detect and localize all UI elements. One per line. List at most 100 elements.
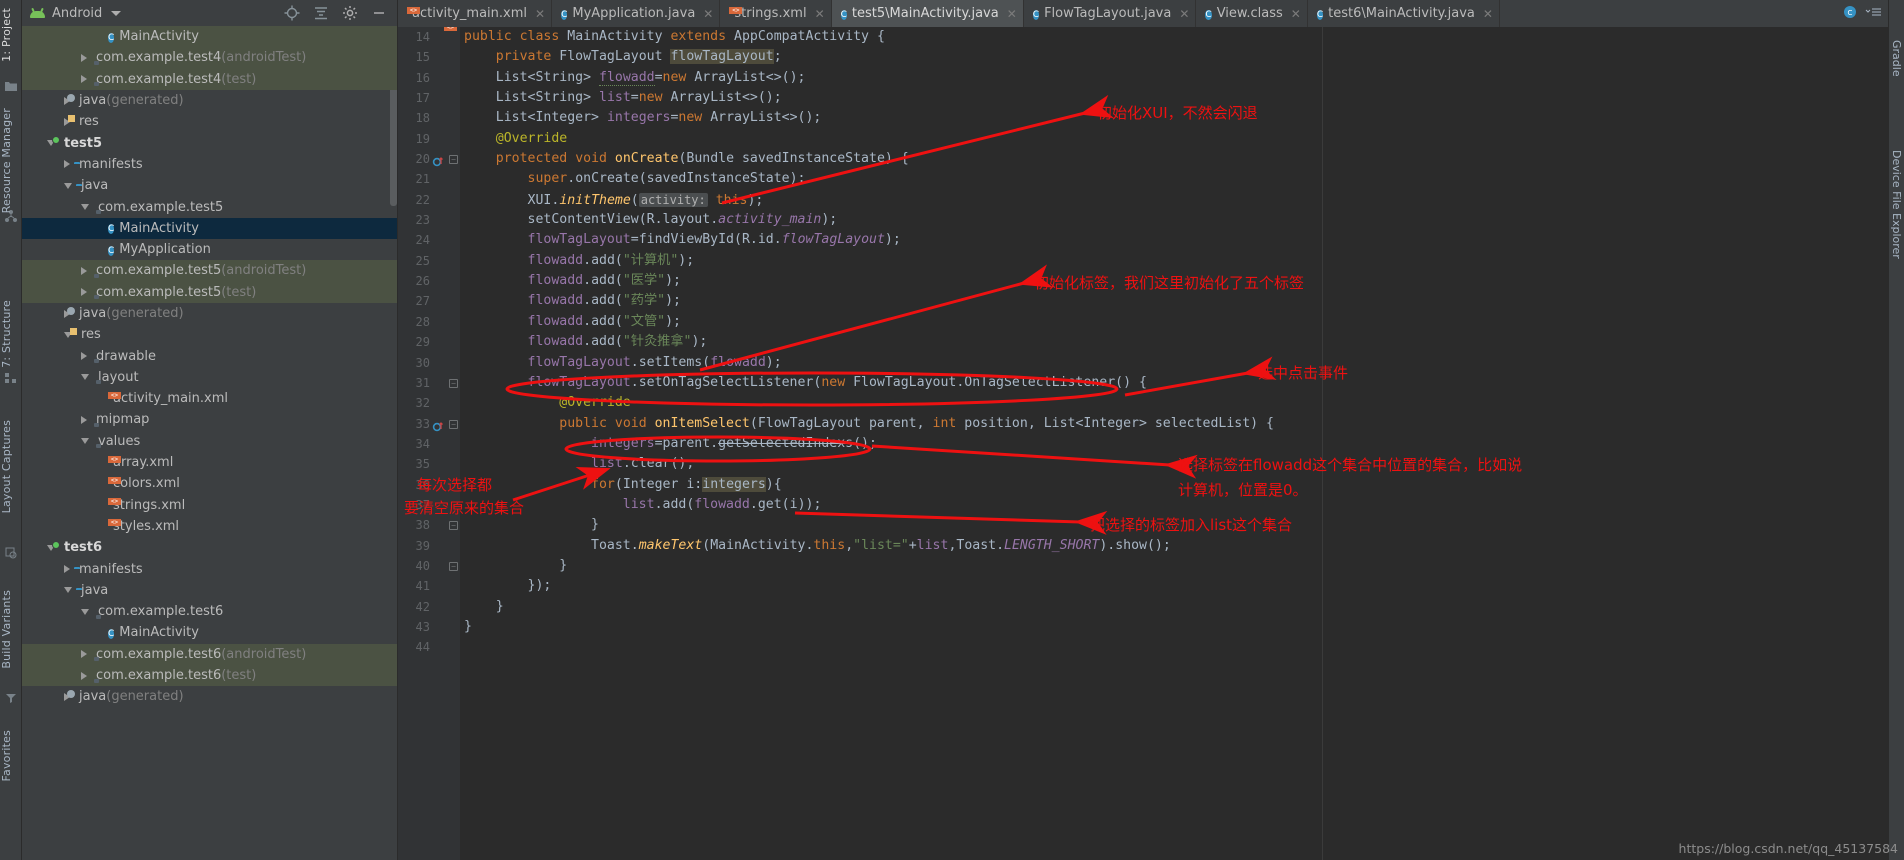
code-line-14[interactable]: public class MainActivity extends AppCom… (464, 27, 1890, 47)
tree-row-test5[interactable]: test5 (22, 132, 397, 153)
code-line-24[interactable]: flowTagLayout=findViewById(R.id.flowTagL… (464, 230, 1890, 250)
code-line-25[interactable]: flowadd.add("计算机"); (464, 251, 1890, 271)
gutter-line-33[interactable]: 33 − (398, 414, 460, 434)
override-method-icon[interactable] (432, 418, 444, 431)
gutter-line-42[interactable]: 42 (398, 597, 460, 617)
code-line-28[interactable]: flowadd.add("文管"); (464, 312, 1890, 332)
gutter-line-21[interactable]: 21 (398, 169, 460, 189)
tree-expand-arrow[interactable] (81, 288, 87, 297)
code-line-39[interactable]: Toast.makeText(MainActivity.this,"list="… (464, 536, 1890, 556)
tree-row-myapplication[interactable]: C MyApplication (22, 239, 397, 260)
gutter-line-20[interactable]: 20 − (398, 149, 460, 169)
settings-gear-icon[interactable] (342, 5, 358, 21)
tree-row-com-example-test5[interactable]: com.example.test5 (test) (22, 281, 397, 303)
collapse-all-icon[interactable] (313, 5, 329, 21)
code-line-26[interactable]: flowadd.add("医学"); (464, 271, 1890, 291)
tree-row-colors-xml[interactable]: colors.xml (22, 473, 397, 494)
tree-row-com-example-test6[interactable]: com.example.test6 (androidTest) (22, 643, 397, 665)
gutter-line-17[interactable]: 17 (398, 88, 460, 108)
tree-row-strings-xml[interactable]: strings.xml (22, 495, 397, 516)
tree-expand-arrow[interactable] (64, 565, 70, 574)
gutter-line-16[interactable]: 16 (398, 68, 460, 88)
tool-tab-project[interactable]: 1: Project (0, 8, 22, 62)
gutter-line-35[interactable]: 35 (398, 454, 460, 474)
gutter-line-24[interactable]: 24 (398, 230, 460, 250)
editor-tab-strings-xml[interactable]: strings.xml ✕ (720, 0, 832, 27)
gutter-line-19[interactable]: 19 (398, 129, 460, 149)
gutter-line-26[interactable]: 26 (398, 271, 460, 291)
tree-expand-arrow[interactable] (98, 462, 104, 463)
close-icon[interactable]: ✕ (535, 7, 545, 21)
override-method-icon[interactable] (432, 153, 444, 167)
code-line-31[interactable]: flowTagLayout.setOnTagSelectListener(new… (464, 373, 1890, 393)
tree-row-java[interactable]: java (generated) (22, 686, 397, 707)
code-line-18[interactable]: List<Integer> integers=new ArrayList<>()… (464, 108, 1890, 128)
code-line-17[interactable]: List<String> list=new ArrayList<>(); (464, 88, 1890, 108)
close-icon[interactable]: ✕ (815, 7, 825, 21)
editor-tab-flowtaglayout-java[interactable]: C FlowTagLayout.java ✕ (1024, 0, 1197, 27)
tree-expand-arrow[interactable] (81, 352, 87, 361)
tree-row-com-example-test6[interactable]: com.example.test6 (test) (22, 664, 397, 687)
close-icon[interactable]: ✕ (703, 7, 713, 21)
tree-row-mainactivity[interactable]: C MainActivity (22, 26, 397, 48)
tree-expand-arrow[interactable] (64, 160, 70, 169)
code-line-36[interactable]: for(Integer i:integers){ (464, 475, 1890, 495)
editor-gutter[interactable]: 14 15 16 17 18 19 20 − 21 22 23 24 25 26 27 28 29 30 31 − 32… (398, 27, 460, 860)
tool-tab-layout-captures[interactable]: Layout Captures (0, 420, 22, 513)
tree-row-java[interactable]: java (22, 175, 397, 196)
gutter-line-22[interactable]: 22 (398, 190, 460, 210)
tree-row-com-example-test5[interactable]: com.example.test5 (androidTest) (22, 260, 397, 282)
tree-expand-arrow[interactable] (98, 228, 104, 229)
tree-row-com-example-test4[interactable]: com.example.test4 (test) (22, 68, 397, 90)
code-line-40[interactable]: } (464, 556, 1890, 576)
editor-tab-activity-main-xml[interactable]: activity_main.xml ✕ (398, 0, 553, 27)
tree-row-java[interactable]: java (generated) (22, 90, 397, 111)
code-line-23[interactable]: setContentView(R.layout.activity_main); (464, 210, 1890, 230)
tab-list-icon[interactable] (1865, 6, 1883, 21)
code-line-15[interactable]: private FlowTagLayout flowTagLayout; (464, 47, 1890, 67)
code-line-20[interactable]: protected void onCreate(Bundle savedInst… (464, 149, 1890, 169)
tree-row-manifests[interactable]: manifests (22, 558, 397, 579)
xml-file-icon[interactable] (432, 31, 444, 43)
code-line-27[interactable]: flowadd.add("药学"); (464, 291, 1890, 311)
tree-row-mipmap[interactable]: mipmap (22, 409, 397, 430)
gutter-line-14[interactable]: 14 (398, 27, 460, 47)
code-line-42[interactable]: } (464, 597, 1890, 617)
gutter-line-36[interactable]: 36 (398, 475, 460, 495)
close-icon[interactable]: ✕ (1291, 7, 1301, 21)
gutter-line-40[interactable]: 40 − (398, 556, 460, 576)
project-tree[interactable]: C MainActivity com.example.test4 (androidT… (22, 26, 397, 860)
target-icon[interactable] (284, 5, 300, 21)
tree-expand-arrow[interactable] (98, 398, 104, 399)
tree-row-res[interactable]: res (22, 111, 397, 132)
tree-expand-arrow[interactable] (98, 632, 104, 633)
gutter-line-29[interactable]: 29 (398, 332, 460, 352)
gutter-line-32[interactable]: 32 (398, 393, 460, 413)
editor-tab-bar[interactable]: activity_main.xml ✕ C MyApplication.java ✕ st… (398, 0, 1904, 27)
tree-row-drawable[interactable]: drawable (22, 345, 397, 366)
gutter-line-15[interactable]: 15 (398, 47, 460, 67)
code-line-33[interactable]: public void onItemSelect(FlowTagLayout p… (464, 414, 1890, 434)
project-view-selector-label[interactable]: Android (52, 6, 102, 21)
tree-expand-arrow[interactable] (81, 671, 87, 680)
code-line-22[interactable]: XUI.initTheme(activity: this); (464, 190, 1890, 210)
tree-row-com-example-test4[interactable]: com.example.test4 (androidTest) (22, 47, 397, 69)
gutter-line-30[interactable]: 30 (398, 353, 460, 373)
code-line-44[interactable] (464, 637, 1890, 657)
code-line-29[interactable]: flowadd.add("针灸推拿"); (464, 332, 1890, 352)
tree-row-mainactivity[interactable]: C MainActivity (22, 217, 397, 239)
tree-row-com-example-test5[interactable]: com.example.test5 (22, 196, 397, 217)
tool-tab-favorites[interactable]: Favorites (0, 730, 22, 782)
close-icon[interactable]: ✕ (1179, 7, 1189, 21)
editor-tab-test6-mainactivity-java[interactable]: Ctest6\MainActivity.java ✕ (1308, 0, 1500, 27)
tree-row-res[interactable]: res (22, 324, 397, 345)
tree-expand-arrow[interactable] (98, 36, 104, 37)
tree-row-java[interactable]: java (22, 580, 397, 601)
editor-code[interactable]: public class MainActivity extends AppCom… (460, 27, 1890, 860)
tree-row-values[interactable]: values (22, 431, 397, 452)
chevron-down-icon[interactable] (111, 10, 122, 16)
tree-row-com-example-test6[interactable]: com.example.test6 (22, 601, 397, 622)
tree-expand-arrow[interactable] (64, 182, 72, 189)
code-fold-toggle[interactable]: − (449, 419, 458, 429)
gutter-line-18[interactable]: 18 (398, 108, 460, 128)
